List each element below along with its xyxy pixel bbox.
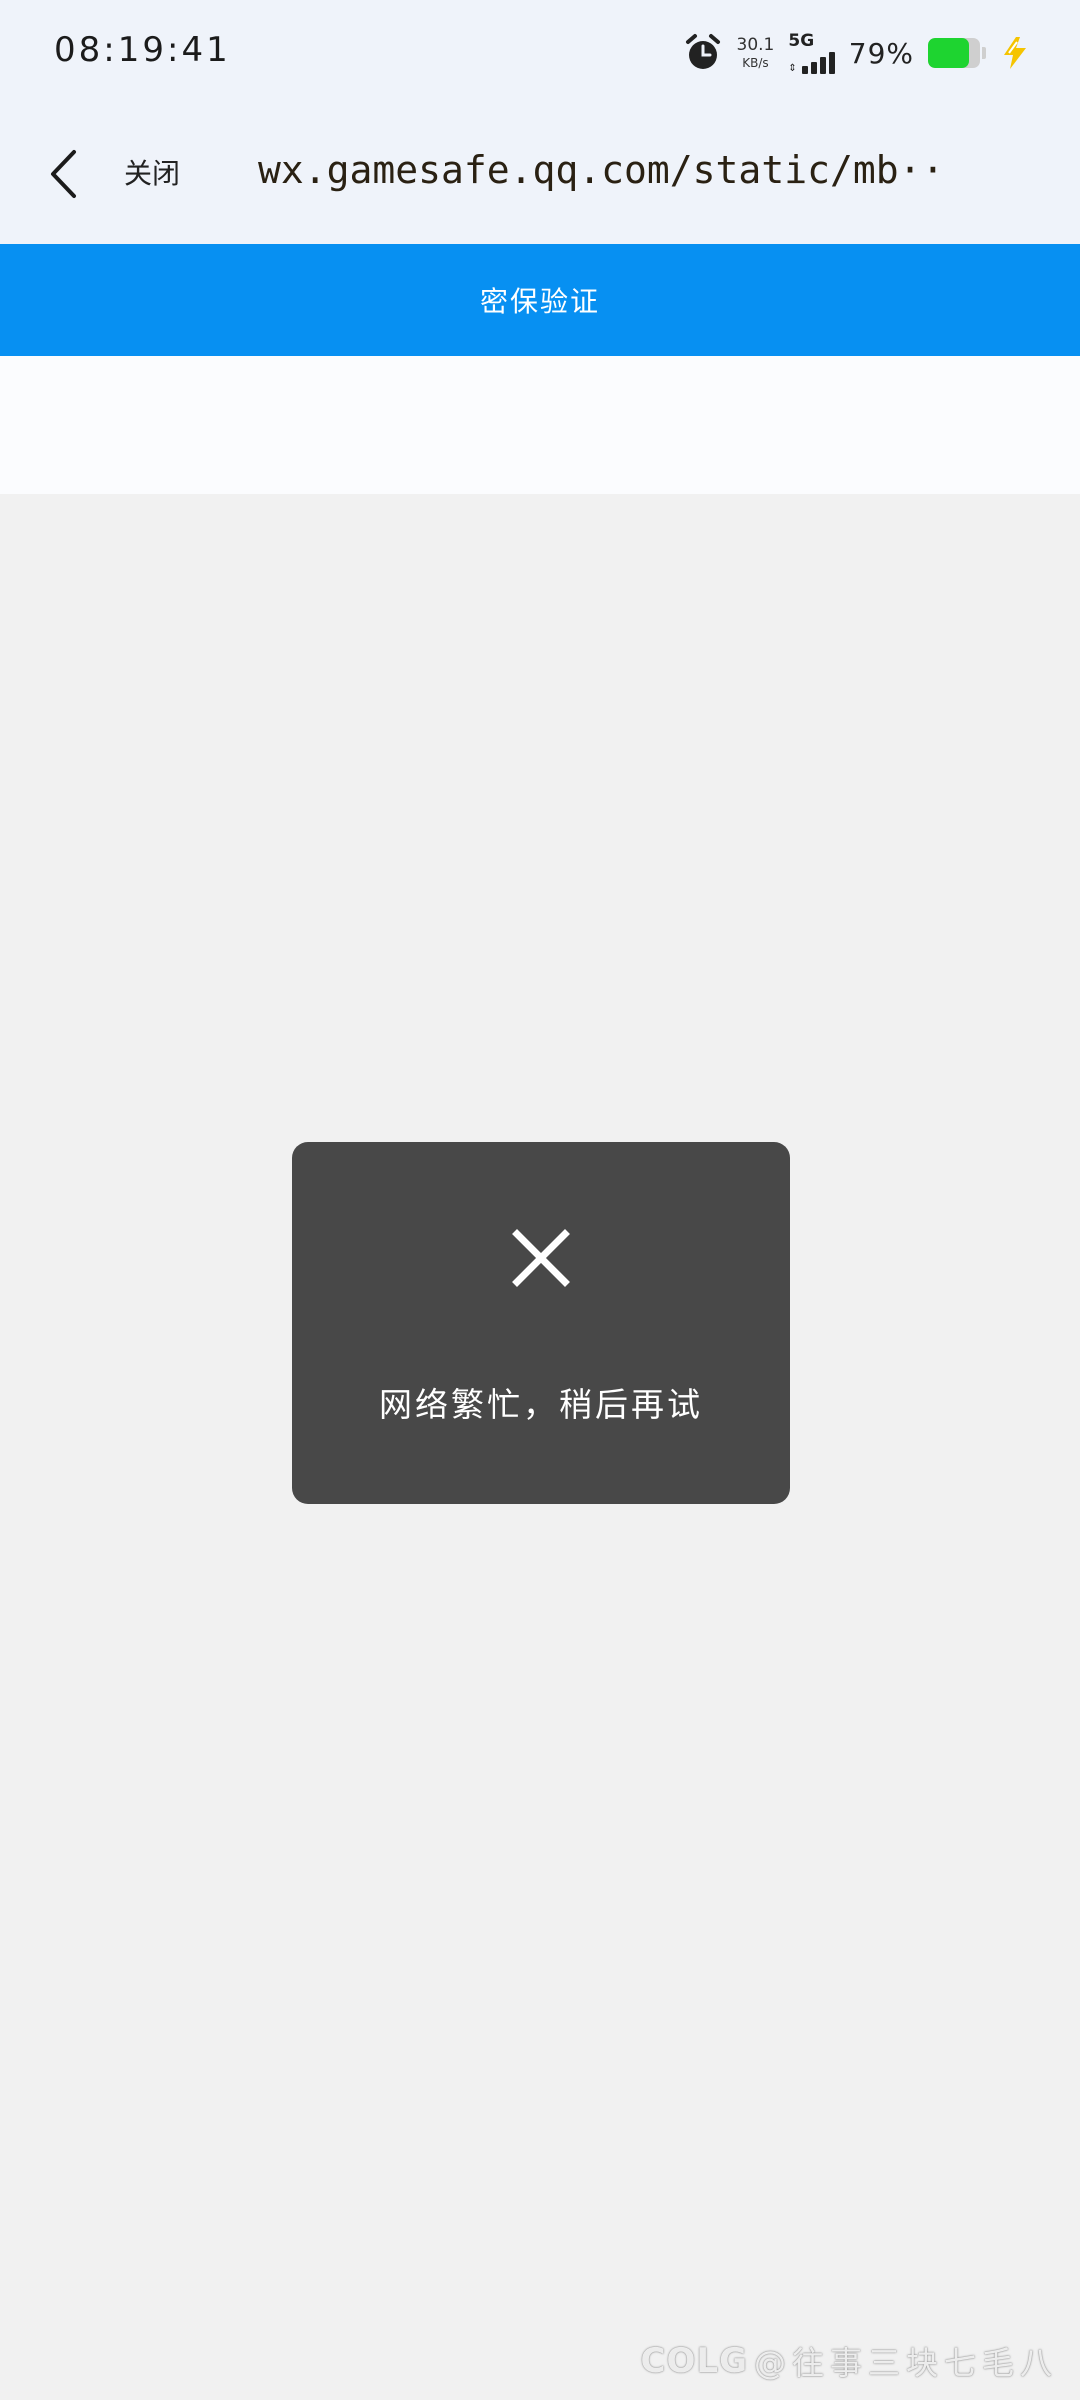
error-toast: 网络繁忙，稍后再试 — [292, 1142, 790, 1504]
status-time: 08:19:41 — [54, 30, 231, 70]
signal-icon: 5G ⇕ — [788, 30, 835, 74]
battery-cap — [982, 47, 986, 59]
browser-toolbar: 关闭 wx.gamesafe.qq.com/static/mb·· — [0, 108, 1080, 244]
network-type: 5G — [788, 30, 815, 51]
close-icon — [512, 1229, 570, 1287]
page-header: 密保验证 — [0, 244, 1080, 356]
watermark: COLG @往事三块七毛八 — [641, 2338, 1058, 2384]
status-indicators: 30.1 KB/s 5G ⇕ 79% — [683, 28, 1030, 78]
data-transfer-icon: ⇕ — [788, 62, 797, 74]
charging-bolt-icon — [1004, 37, 1026, 69]
toast-message: 网络繁忙，稍后再试 — [379, 1385, 703, 1424]
status-bar: 08:19:41 30.1 KB/s 5G ⇕ 79% — [0, 0, 1080, 108]
page-title: 密保验证 — [479, 285, 600, 318]
page-url[interactable]: wx.gamesafe.qq.com/static/mb·· — [258, 148, 1058, 192]
watermark-logo: COLG — [640, 2341, 748, 2381]
network-speed-value: 30.1 — [736, 35, 775, 55]
battery-fill — [928, 38, 970, 68]
close-button[interactable]: 关闭 — [124, 152, 180, 192]
back-button[interactable] — [38, 144, 88, 204]
battery-icon — [928, 38, 980, 68]
network-speed: 30.1 KB/s — [736, 35, 775, 70]
chevron-left-icon — [51, 150, 76, 198]
watermark-handle: @往事三块七毛八 — [753, 2344, 1058, 2382]
network-speed-unit: KB/s — [742, 56, 769, 70]
battery-percent: 79% — [848, 36, 914, 70]
content-top-panel — [0, 356, 1080, 494]
alarm-icon — [685, 34, 720, 69]
